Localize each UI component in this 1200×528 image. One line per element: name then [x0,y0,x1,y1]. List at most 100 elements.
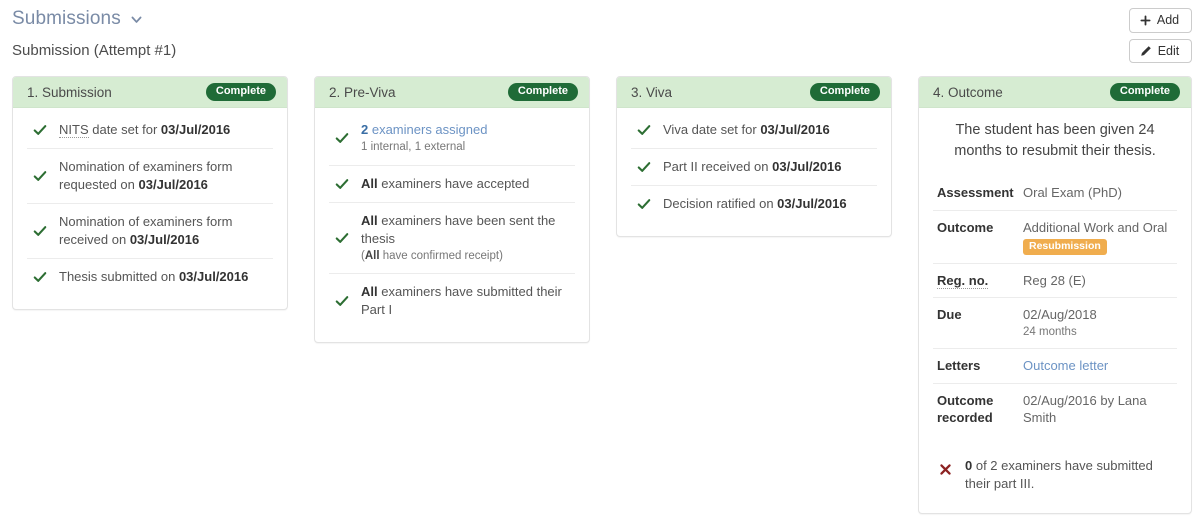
resubmission-badge: Resubmission [1023,239,1107,255]
submissions-page: Submissions Submission (Attempt #1) Add … [0,0,1200,528]
status-badge: Complete [508,83,578,101]
due-subtext: 24 months [1023,325,1173,341]
cross-icon [939,463,953,476]
checklist: 2 examiners assigned 1 internal, 1 exter… [329,112,575,328]
check-icon [33,123,47,137]
examiners-link-label: examiners assigned [368,122,487,137]
list-item-text: Viva date set for 03/Jul/2016 [663,121,875,139]
checklist: NITS date set for 03/Jul/2016 Nomination… [27,112,273,295]
add-button[interactable]: Add [1129,8,1192,33]
card-outcome: 4. Outcome Complete The student has been… [918,76,1192,514]
card-body: NITS date set for 03/Jul/2016 Nomination… [13,108,287,309]
list-item-body: date set for [89,122,161,137]
list-item-body: Viva date set for [663,122,760,137]
list-item-date: 03/Jul/2016 [161,122,230,137]
list-item-subtext: (All have confirmed receipt) [361,249,573,265]
detail-label: Assessment [933,176,1019,210]
edit-button[interactable]: Edit [1129,39,1192,64]
list-item: All examiners have accepted [329,166,575,203]
check-icon [335,131,349,145]
card-header: 2. Pre-Viva Complete [315,77,589,108]
detail-value: Additional Work and Oral Resubmission [1019,210,1177,263]
abbr-reg-no: Reg. no. [937,273,988,289]
checklist: Viva date set for 03/Jul/2016 Part II re… [631,112,877,222]
list-item: 2 examiners assigned 1 internal, 1 exter… [329,112,575,166]
check-icon [33,169,47,183]
list-item: Nomination of examiners form requested o… [27,149,273,204]
check-icon [33,270,47,284]
page-header: Submissions Submission (Attempt #1) [12,8,176,59]
outcome-detail-table: Assessment Oral Exam (PhD) Outcome Addit… [933,176,1177,435]
chevron-down-icon[interactable] [130,13,143,26]
card-body: 2 examiners assigned 1 internal, 1 exter… [315,108,589,342]
card-header: 3. Viva Complete [617,77,891,108]
outcome-footnote: 0 of 2 examiners have submitted their pa… [933,435,1177,499]
table-row: Reg. no. Reg 28 (E) [933,263,1177,298]
outcome-letter-link[interactable]: Outcome letter [1023,358,1108,373]
list-item-body: Part II received on [663,159,772,174]
list-item-lead: All [361,213,378,228]
list-item-body: examiners have accepted [378,176,530,191]
list-item-text: Decision ratified on 03/Jul/2016 [663,195,875,213]
list-item-body: examiners have been sent the thesis [361,213,555,246]
list-item: All examiners have been sent the thesis … [329,203,575,275]
list-item-text: All examiners have submitted their Part … [361,283,573,319]
list-item-text: Nomination of examiners form received on… [59,213,271,249]
table-row: Letters Outcome letter [933,349,1177,384]
list-item: Viva date set for 03/Jul/2016 [631,112,877,149]
list-item-text: 2 examiners assigned 1 internal, 1 exter… [361,121,573,156]
detail-label: Due [933,298,1019,349]
subtext-post: have confirmed receipt) [380,250,503,262]
page-subtitle: Submission (Attempt #1) [12,42,176,59]
detail-label: Letters [933,349,1019,384]
status-badge: Complete [810,83,880,101]
list-item: Nomination of examiners form received on… [27,204,273,259]
card-header: 1. Submission Complete [13,77,287,108]
outcome-value-text: Additional Work and Oral [1023,220,1167,235]
list-item-lead: All [361,176,378,191]
list-item-date: 03/Jul/2016 [179,269,248,284]
footnote-text: 0 of 2 examiners have submitted their pa… [965,457,1175,493]
examiners-assigned-link[interactable]: 2 examiners assigned [361,122,487,137]
subtext-lead: All [365,250,380,262]
top-actions: Add Edit [1129,8,1192,63]
check-icon [33,224,47,238]
pencil-icon [1140,45,1152,57]
list-item: NITS date set for 03/Jul/2016 [27,112,273,149]
outcome-summary: The student has been given 24 months to … [933,108,1177,176]
list-item-body: examiners have submitted their Part I [361,284,562,317]
check-icon [637,123,651,137]
list-item-date: 03/Jul/2016 [130,232,199,247]
add-button-label: Add [1157,14,1179,27]
check-icon [335,294,349,308]
list-item-text: All examiners have been sent the thesis … [361,212,573,265]
detail-label: Outcome recorded [933,383,1019,435]
list-item: All examiners have submitted their Part … [329,274,575,328]
list-item-text: NITS date set for 03/Jul/2016 [59,121,271,139]
list-item: Decision ratified on 03/Jul/2016 [631,186,877,222]
table-row: Assessment Oral Exam (PhD) [933,176,1177,210]
list-item: Thesis submitted on 03/Jul/2016 [27,259,273,295]
card-title: 3. Viva [631,85,672,100]
detail-value: 02/Aug/201824 months [1019,298,1177,349]
card-title: 4. Outcome [933,85,1003,100]
card-title: 1. Submission [27,85,112,100]
check-icon [637,197,651,211]
list-item-text: Nomination of examiners form requested o… [59,158,271,194]
page-title-row[interactable]: Submissions [12,8,176,30]
plus-icon [1140,15,1151,26]
card-body: Viva date set for 03/Jul/2016 Part II re… [617,108,891,236]
edit-button-label: Edit [1158,45,1180,58]
detail-value: Outcome letter [1019,349,1177,384]
list-item-date: 03/Jul/2016 [777,196,846,211]
detail-label: Reg. no. [933,263,1019,298]
table-row: Outcome recorded 02/Aug/2016 by Lana Smi… [933,383,1177,435]
footnote-body: of 2 examiners have submitted their part… [965,458,1153,491]
list-item-text: Part II received on 03/Jul/2016 [663,158,875,176]
list-item-lead: All [361,284,378,299]
card-title: 2. Pre-Viva [329,85,396,100]
check-icon [335,231,349,245]
list-item-text: Thesis submitted on 03/Jul/2016 [59,268,271,286]
list-item-body: Decision ratified on [663,196,777,211]
card-body: The student has been given 24 months to … [919,108,1191,513]
